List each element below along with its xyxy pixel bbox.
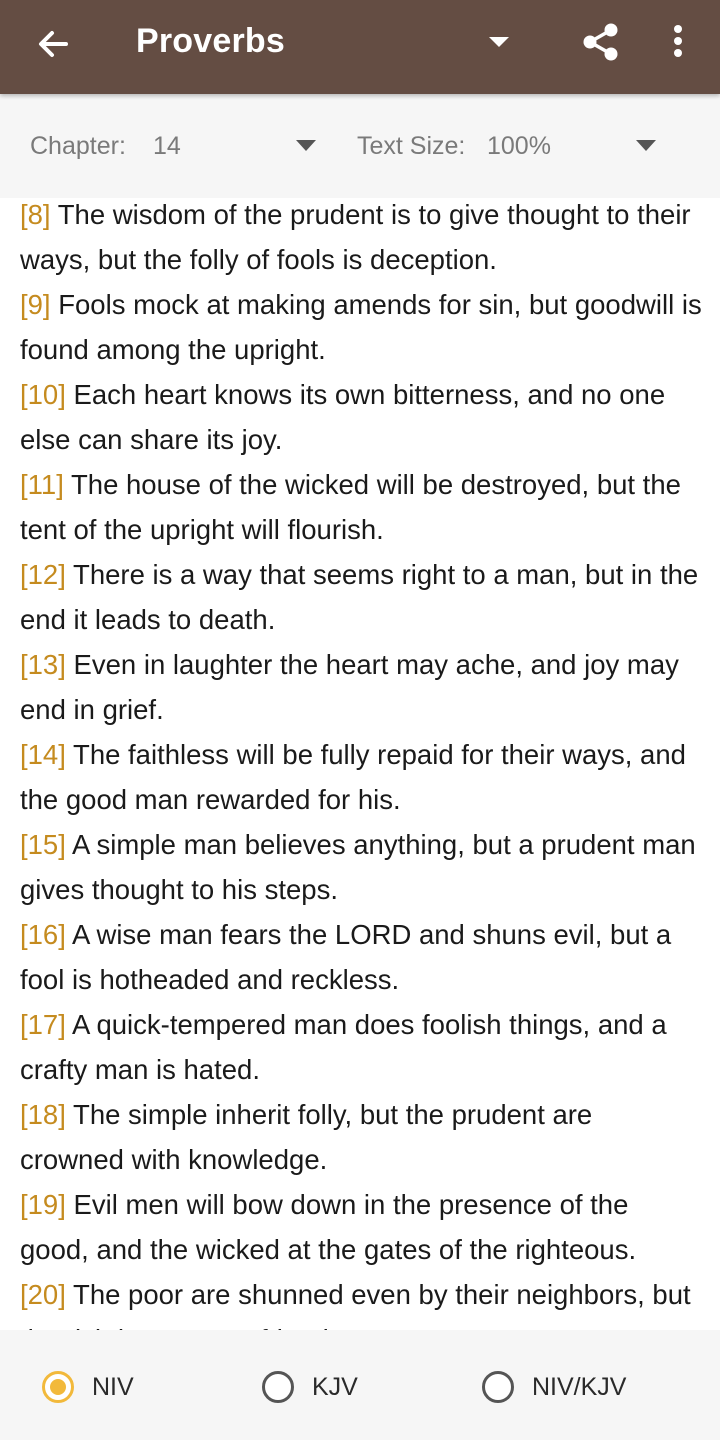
- verse-text: The simple inherit folly, but the pruden…: [20, 1099, 593, 1175]
- verse-number[interactable]: [9]: [20, 289, 51, 320]
- verse-number[interactable]: [15]: [20, 829, 66, 860]
- radio-button-icon[interactable]: [42, 1371, 74, 1403]
- chapter-caret-down-icon[interactable]: [296, 140, 316, 152]
- verse-text: The wisdom of the prudent is to give tho…: [20, 199, 691, 275]
- verse: [16] A wise man fears the LORD and shuns…: [20, 912, 702, 1002]
- verse: [17] A quick-tempered man does foolish t…: [20, 1002, 702, 1092]
- version-label: KJV: [312, 1373, 358, 1401]
- page-title: Proverbs: [136, 22, 286, 60]
- chapter-text[interactable]: [8] The wisdom of the prudent is to give…: [0, 198, 720, 1330]
- radio-button-icon[interactable]: [482, 1371, 514, 1403]
- text-size-caret-down-icon[interactable]: [636, 140, 656, 152]
- verse-text: A simple man believes anything, but a pr…: [20, 829, 696, 905]
- verse: [11] The house of the wicked will be des…: [20, 462, 702, 552]
- verse-text: A quick-tempered man does foolish things…: [20, 1009, 667, 1085]
- verse-number[interactable]: [8]: [20, 199, 51, 230]
- verse-number[interactable]: [11]: [20, 469, 64, 500]
- verse: [20] The poor are shunned even by their …: [20, 1272, 702, 1330]
- verse-text: A wise man fears the LORD and shuns evil…: [20, 919, 672, 995]
- caret-down-icon[interactable]: [484, 26, 514, 56]
- text-size-select[interactable]: 100%: [487, 132, 551, 161]
- verse-text: The faithless will be fully repaid for t…: [20, 739, 686, 815]
- version-label: NIV/KJV: [532, 1373, 627, 1401]
- verse: [9] Fools mock at making amends for sin,…: [20, 282, 702, 372]
- chapter-label: Chapter:: [30, 132, 126, 160]
- arrow-left-icon[interactable]: [28, 19, 78, 69]
- app-bar: Proverbs: [0, 0, 720, 94]
- reader-controls: Chapter: 14 Text Size: 100%: [0, 94, 720, 198]
- verse: [13] Even in laughter the heart may ache…: [20, 642, 702, 732]
- verse-text: There is a way that seems right to a man…: [20, 559, 699, 635]
- text-size-label: Text Size:: [357, 132, 466, 160]
- verse-number[interactable]: [16]: [20, 919, 66, 950]
- verse: [12] There is a way that seems right to …: [20, 552, 702, 642]
- verse: [19] Evil men will bow down in the prese…: [20, 1182, 702, 1272]
- version-selector: NIV KJV NIV/KJV: [0, 1330, 720, 1440]
- verse-text: Even in laughter the heart may ache, and…: [20, 649, 679, 725]
- more-vertical-icon[interactable]: [662, 20, 694, 64]
- verse: [8] The wisdom of the prudent is to give…: [20, 198, 702, 282]
- verse-text: Evil men will bow down in the presence o…: [20, 1189, 637, 1265]
- verse-number[interactable]: [14]: [20, 739, 66, 770]
- verse-text: Fools mock at making amends for sin, but…: [20, 289, 702, 365]
- verse-text: The house of the wicked will be destroye…: [20, 469, 681, 545]
- verse: [18] The simple inherit folly, but the p…: [20, 1092, 702, 1182]
- chapter-select[interactable]: 14: [153, 132, 181, 161]
- verse: [15] A simple man believes anything, but…: [20, 822, 702, 912]
- verse-number[interactable]: [10]: [20, 379, 66, 410]
- radio-button-icon[interactable]: [262, 1371, 294, 1403]
- verse-list: [8] The wisdom of the prudent is to give…: [0, 198, 720, 1330]
- verse-number[interactable]: [19]: [20, 1189, 66, 1220]
- verse-number[interactable]: [17]: [20, 1009, 66, 1040]
- verse-number[interactable]: [20]: [20, 1279, 66, 1310]
- verse-number[interactable]: [13]: [20, 649, 66, 680]
- verse-number[interactable]: [12]: [20, 559, 66, 590]
- verse: [10] Each heart knows its own bitterness…: [20, 372, 702, 462]
- verse-number[interactable]: [18]: [20, 1099, 66, 1130]
- version-label: NIV: [92, 1373, 134, 1401]
- verse-text: Each heart knows its own bitterness, and…: [20, 379, 666, 455]
- verse-text: The poor are shunned even by their neigh…: [20, 1279, 691, 1330]
- share-icon[interactable]: [578, 20, 622, 64]
- verse: [14] The faithless will be fully repaid …: [20, 732, 702, 822]
